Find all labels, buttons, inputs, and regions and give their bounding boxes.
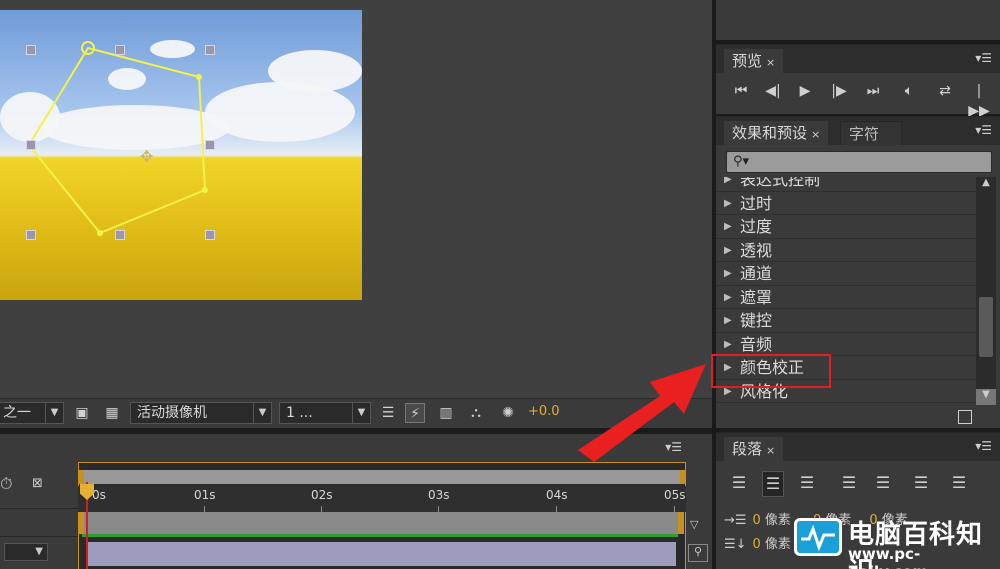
- monitor-icon: [794, 518, 842, 556]
- watermark-url: www.pc-daily.com: [848, 545, 928, 569]
- red-arrow-annotation: [578, 364, 706, 462]
- watermark-logo: 电脑百科知识 www.pc-daily.com: [790, 512, 1000, 569]
